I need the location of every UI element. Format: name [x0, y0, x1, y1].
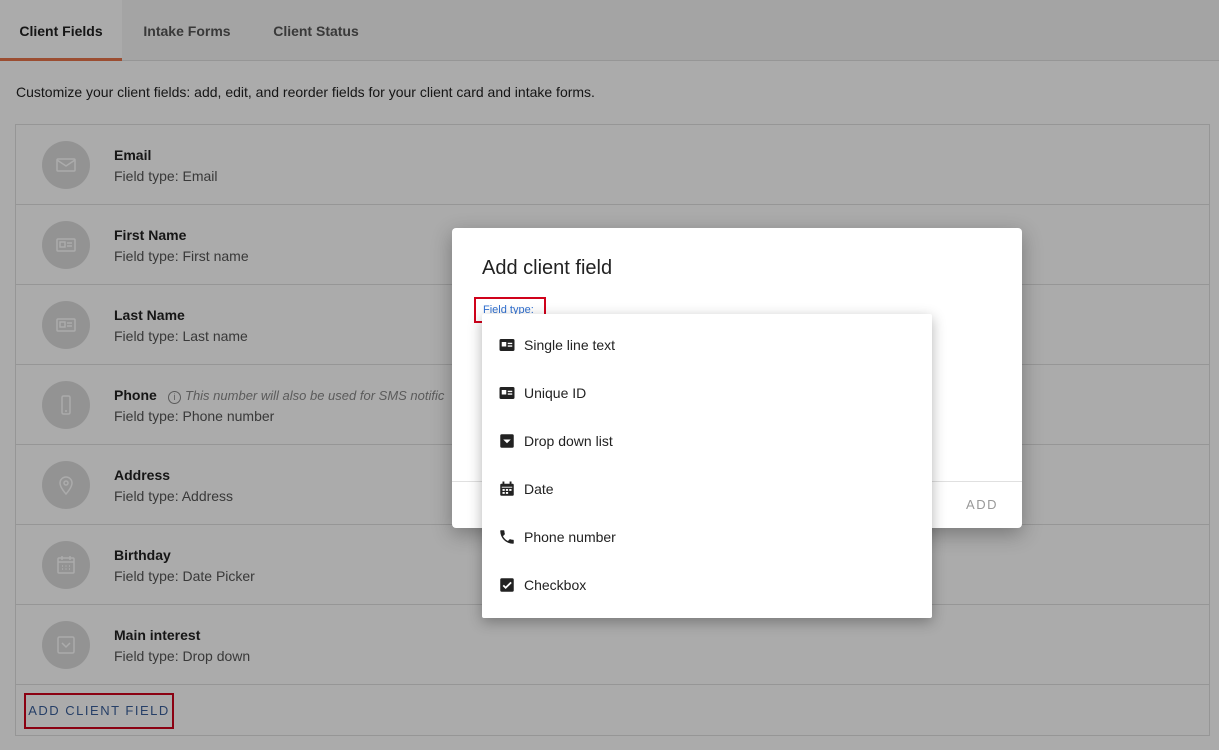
calendar-icon [500, 481, 514, 496]
menu-item-drop-down-list[interactable]: Drop down list [482, 418, 932, 466]
dialog-title: Add client field [482, 257, 613, 279]
menu-item-label: Single line text [524, 337, 616, 353]
menu-item-checkbox[interactable]: Checkbox [482, 562, 932, 610]
phone-handset-icon [500, 530, 514, 544]
menu-item-date[interactable]: Date [482, 466, 932, 514]
menu-item-label: Drop down list [524, 433, 613, 449]
menu-item-phone-number[interactable]: Phone number [482, 514, 932, 562]
checkbox-checked-icon [500, 578, 514, 592]
menu-item-label: Unique ID [524, 385, 587, 401]
dropdown-box-icon [500, 434, 514, 448]
menu-item-label: Checkbox [524, 577, 587, 593]
add-button[interactable]: ADD [966, 497, 998, 512]
menu-item-single-line-text[interactable]: Single line text [482, 322, 932, 370]
menu-item-unique-id[interactable]: Unique ID [482, 370, 932, 418]
menu-item-label: Phone number [524, 529, 616, 545]
field-type-menu: Single line text Unique ID Drop down lis… [482, 314, 932, 618]
id-card-icon [499, 387, 515, 399]
id-card-icon [499, 339, 515, 351]
menu-item-label: Date [524, 481, 554, 497]
